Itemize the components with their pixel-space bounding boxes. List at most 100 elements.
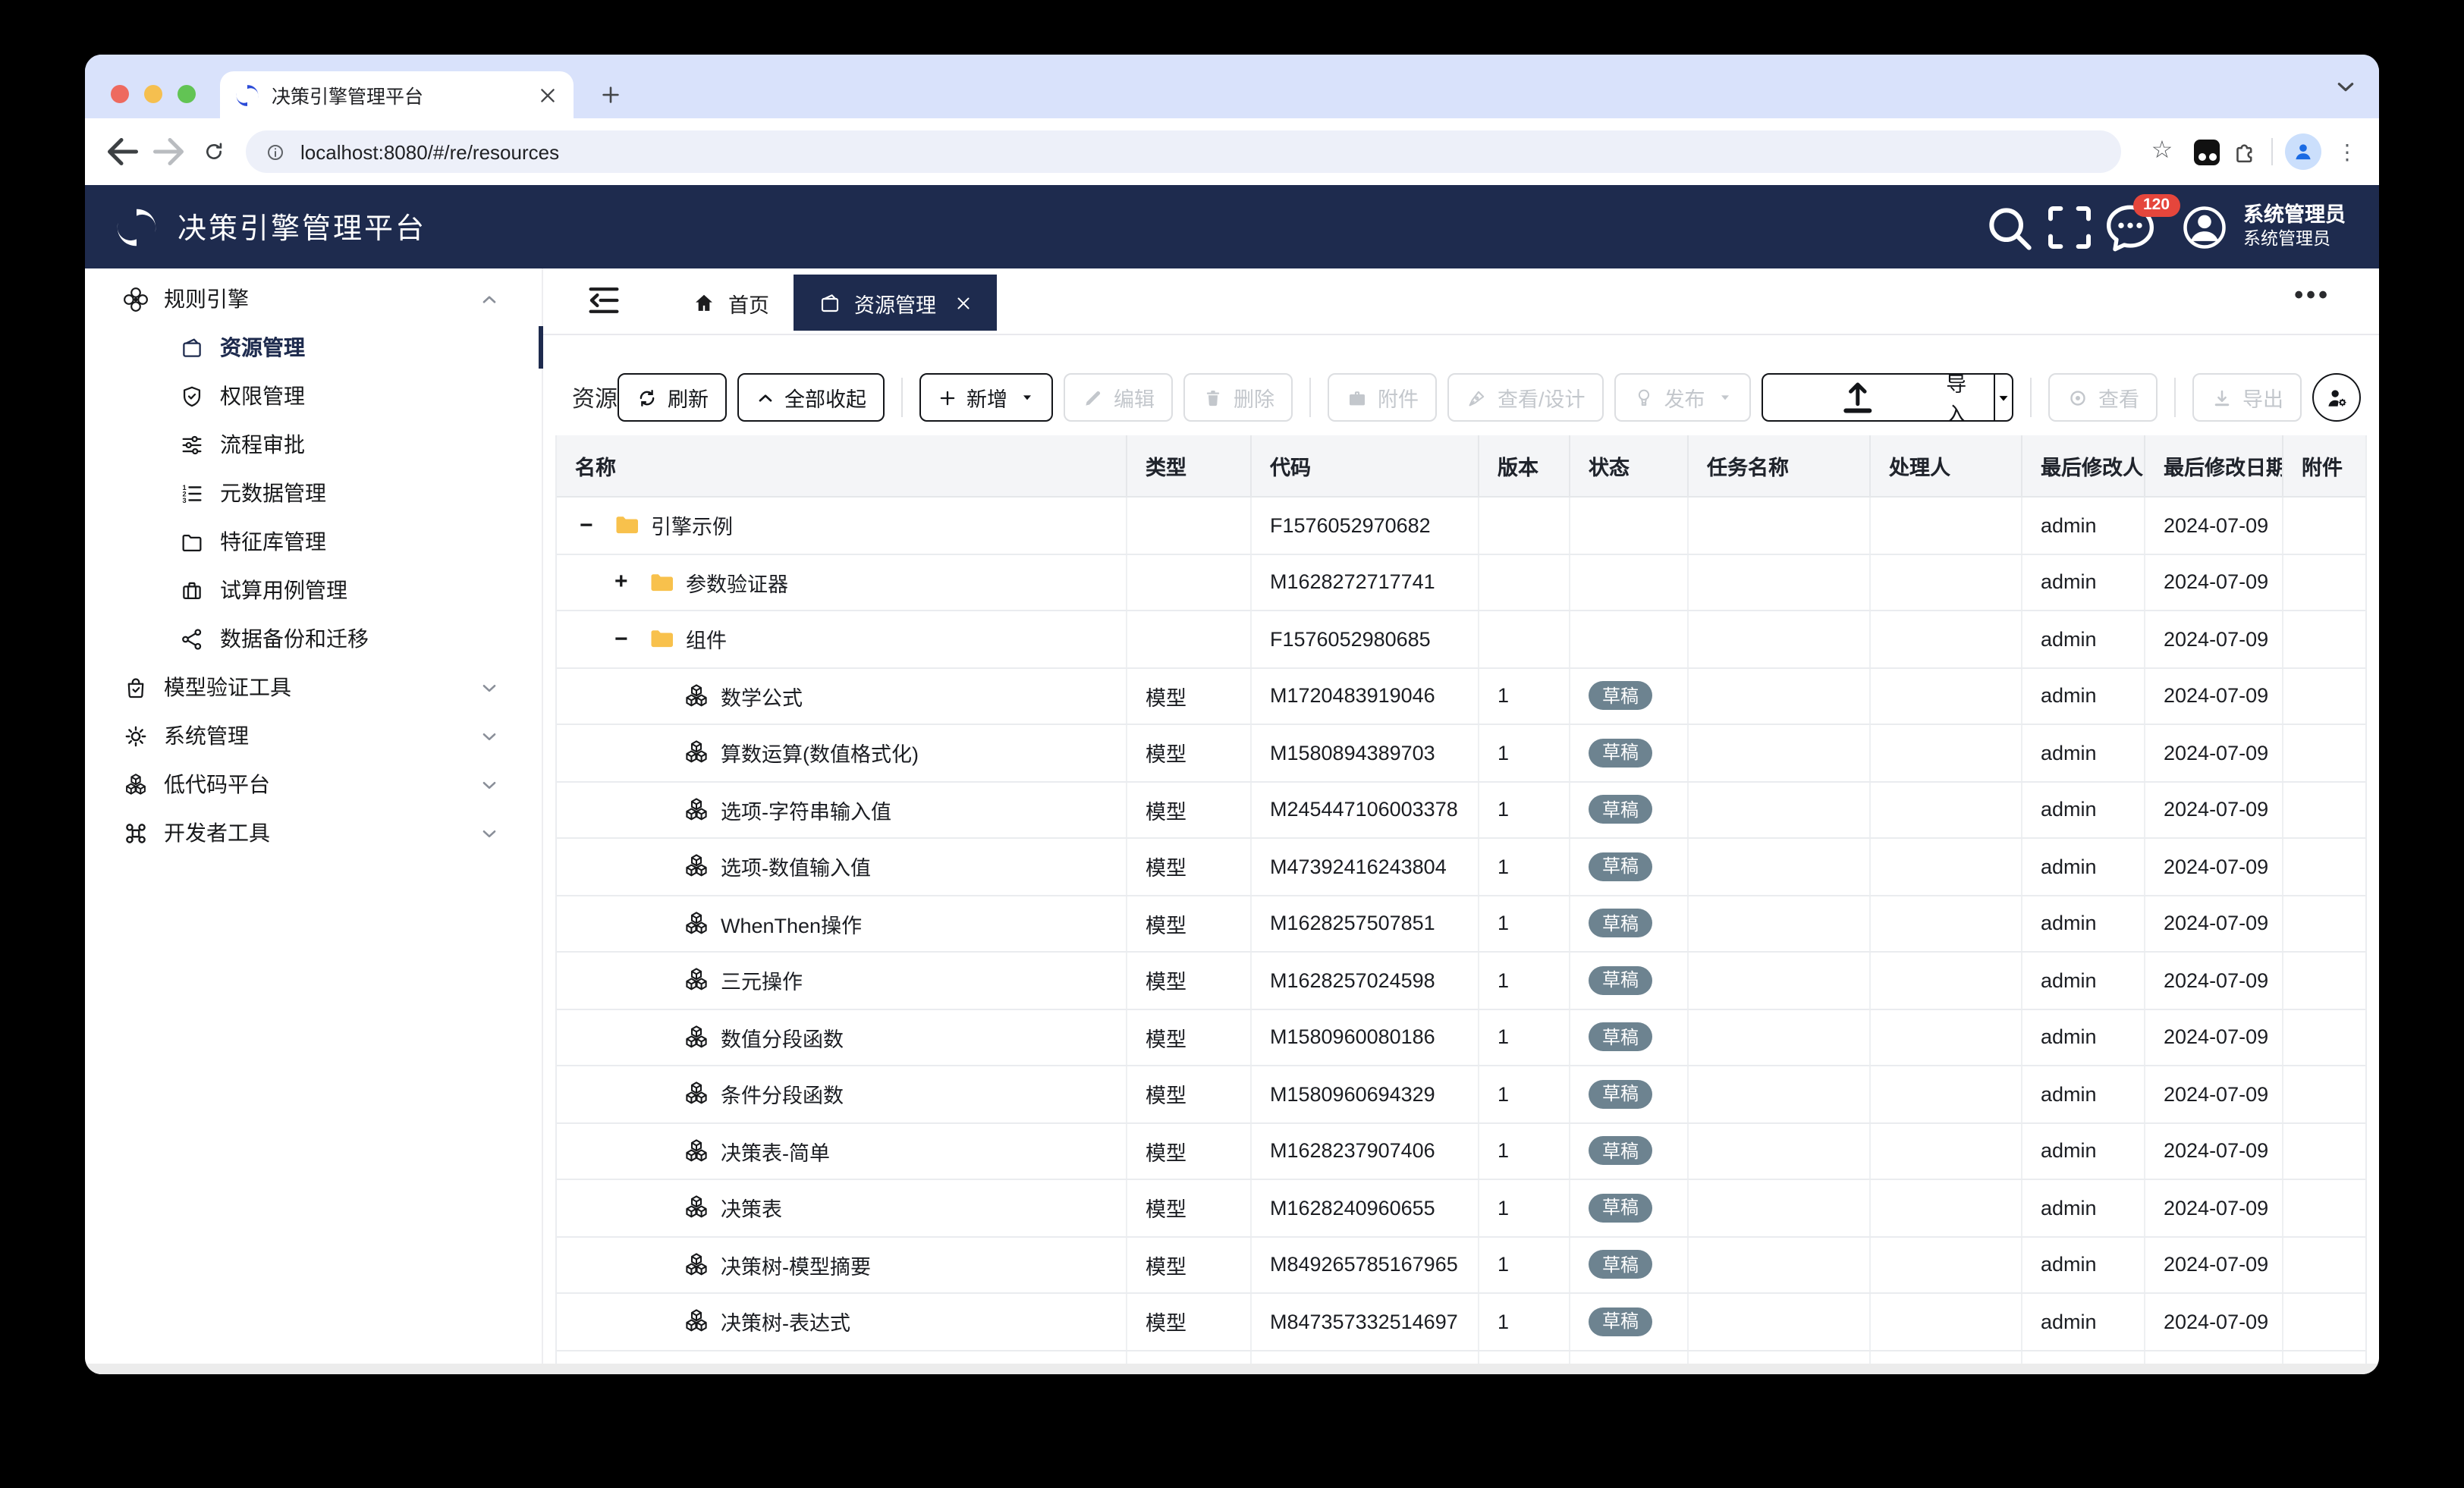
- browser-menu-icon[interactable]: ⋮: [2337, 139, 2358, 165]
- gear-icon: [123, 723, 149, 749]
- table-row[interactable]: 决策树-表达式 模型 M847357332514697 1 草稿 admin 2…: [557, 1294, 2365, 1351]
- back-button[interactable]: [100, 129, 146, 174]
- window-bottom-strip: [85, 1364, 2379, 1374]
- sidebar-item-metadata-management[interactable]: 元数据管理: [85, 469, 542, 517]
- import-button[interactable]: 导入: [1763, 375, 1994, 420]
- chevron-up-icon: [756, 388, 775, 407]
- extensions-puzzle-icon[interactable]: [2232, 138, 2259, 165]
- address-bar[interactable]: localhost:8080/#/re/resources: [246, 130, 2121, 173]
- last-modified-date: 2024-07-09: [2164, 1026, 2268, 1049]
- attachment-button[interactable]: 附件: [1328, 373, 1437, 422]
- table-row[interactable]: − 组件 F1576052980685: [557, 611, 2365, 668]
- browser-tab[interactable]: 决策引擎管理平台: [220, 71, 574, 118]
- table-row[interactable]: 数学公式 模型 M1720483919046 1 草稿 admin 2024-0…: [557, 668, 2365, 725]
- last-modifier: admin: [2041, 1026, 2097, 1049]
- forward-button[interactable]: [146, 129, 191, 174]
- table-row[interactable]: 决策表-简单 模型 M1628237907406 1 草稿 admin 2024…: [557, 1123, 2365, 1180]
- sidebar-section-system-management[interactable]: 系统管理: [85, 711, 542, 760]
- tree-expander[interactable]: −: [580, 513, 613, 538]
- resource-type: 模型: [1146, 1307, 1186, 1337]
- sidebar-section-model-validation-tools[interactable]: 模型验证工具: [85, 663, 542, 711]
- resource-type: 模型: [1146, 1079, 1186, 1110]
- import-split-button[interactable]: 导入: [1762, 373, 2013, 422]
- sidebar-item-permission-management[interactable]: 权限管理: [85, 372, 542, 420]
- minimize-window-button[interactable]: [144, 85, 162, 103]
- status-badge: 草稿: [1589, 681, 1652, 711]
- model-cubes-icon: [683, 1081, 710, 1108]
- search-button[interactable]: [1978, 196, 2038, 257]
- sidebar-item-trial-case-management[interactable]: 试算用例管理: [85, 566, 542, 614]
- collapse-all-button[interactable]: 全部收起: [737, 373, 885, 422]
- tab-search-chevron-icon[interactable]: [2334, 74, 2358, 99]
- tab-more-options-icon[interactable]: •••: [2294, 281, 2330, 311]
- shield-check-icon: [179, 383, 205, 409]
- window-controls[interactable]: [111, 85, 196, 103]
- resource-version: 1: [1498, 1026, 1509, 1049]
- resource-code: M1628237907406: [1270, 1140, 1435, 1163]
- bookmark-star-icon[interactable]: ☆: [2142, 140, 2182, 164]
- refresh-button[interactable]: 刷新: [618, 373, 727, 422]
- fullscreen-button[interactable]: [2038, 196, 2099, 257]
- balloon-icon: [1633, 386, 1655, 409]
- new-tab-button[interactable]: [592, 76, 628, 112]
- sidebar-item-label: 数据备份和迁移: [220, 623, 542, 654]
- sidebar-section-rule-engine[interactable]: 规则引擎: [85, 275, 542, 323]
- import-dropdown-toggle[interactable]: [1994, 375, 2012, 420]
- messages-button[interactable]: 120: [2099, 196, 2160, 257]
- last-modified-date: 2024-07-09: [2164, 855, 2268, 878]
- sidebar-section-developer-tools[interactable]: 开发者工具: [85, 808, 542, 857]
- resource-code: M1720483919046: [1270, 685, 1435, 708]
- export-button[interactable]: 导出: [2192, 373, 2302, 422]
- resource-name: WhenThen操作: [721, 909, 862, 939]
- table-header: 名称类型代码版本状态任务名称处理人最后修改人最后修改日期附件: [557, 435, 2365, 498]
- zoom-window-button[interactable]: [178, 85, 196, 103]
- site-info-icon[interactable]: [264, 140, 287, 163]
- table-row[interactable]: − 引擎示例 F1576052970682: [557, 498, 2365, 554]
- close-tab-icon[interactable]: [537, 84, 558, 105]
- table-row[interactable]: 决策表 模型 M1628240960655 1 草稿 admin 2024-07…: [557, 1180, 2365, 1237]
- user-avatar-icon[interactable]: [2178, 201, 2230, 253]
- table-row[interactable]: 条件分段函数 模型 M1580960694329 1 草稿 admin 2024…: [557, 1066, 2365, 1123]
- table-row[interactable]: 选项-字符串输入值 模型 M245447106003378 1 草稿 admin…: [557, 782, 2365, 839]
- resource-version: 1: [1498, 685, 1509, 708]
- collapse-sidebar-icon[interactable]: [584, 281, 624, 320]
- download-icon: [2211, 386, 2233, 409]
- table-row[interactable]: 算数运算(数值格式化) 模型 M1580894389703 1 草稿 admin…: [557, 725, 2365, 782]
- tree-expander[interactable]: −: [614, 626, 648, 652]
- view-design-button[interactable]: 查看/设计: [1447, 373, 1604, 422]
- table-row[interactable]: 三元操作 模型 M1628257024598 1 草稿 admin 2024-0…: [557, 953, 2365, 1009]
- publish-button[interactable]: 发布: [1614, 373, 1751, 422]
- sidebar-item-feature-library[interactable]: 特征库管理: [85, 517, 542, 566]
- browser-toolbar: localhost:8080/#/re/resources ☆ ⋮: [85, 118, 2379, 185]
- tab-resource-management[interactable]: 资源管理: [794, 275, 997, 331]
- user-info[interactable]: 系统管理员 系统管理员: [2243, 203, 2346, 251]
- add-button[interactable]: 新增: [919, 373, 1053, 422]
- sidebar-section-lowcode-platform[interactable]: 低代码平台: [85, 760, 542, 808]
- browser-profile-avatar[interactable]: [2285, 133, 2321, 170]
- table-row[interactable]: WhenThen操作 模型 M1628257507851 1 草稿 admin …: [557, 896, 2365, 953]
- user-settings-button[interactable]: [2312, 373, 2361, 422]
- resource-type: 模型: [1146, 909, 1186, 939]
- tree-expander[interactable]: +: [614, 570, 648, 595]
- table-row[interactable]: + 参数验证器 M1628272717741: [557, 554, 2365, 611]
- close-window-button[interactable]: [111, 85, 129, 103]
- column-header: 名称: [557, 435, 1127, 496]
- close-tab-icon[interactable]: [954, 294, 973, 312]
- resource-version: 1: [1498, 1083, 1509, 1106]
- view-button[interactable]: 查看: [2048, 373, 2158, 422]
- sidebar-item-data-backup-migration[interactable]: 数据备份和迁移: [85, 614, 542, 663]
- tab-home[interactable]: 首页: [668, 275, 794, 331]
- status-badge: 草稿: [1589, 1079, 1652, 1109]
- reload-button[interactable]: [191, 129, 237, 174]
- delete-button[interactable]: 删除: [1183, 373, 1293, 422]
- table-row[interactable]: 数值分段函数 模型 M1580960080186 1 草稿 admin 2024…: [557, 1009, 2365, 1066]
- sidebar-item-resource-management[interactable]: 资源管理: [85, 323, 542, 372]
- url-text[interactable]: localhost:8080/#/re/resources: [300, 140, 559, 163]
- plus-icon: [938, 388, 957, 407]
- table-row[interactable]: 决策树-模型摘要 模型 M849265785167965 1 草稿 admin …: [557, 1237, 2365, 1294]
- extension-icon[interactable]: [2194, 139, 2220, 165]
- sidebar-item-process-approval[interactable]: 流程审批: [85, 420, 542, 469]
- table-row[interactable]: 选项-数值输入值 模型 M47392416243804 1 草稿 admin 2…: [557, 839, 2365, 896]
- edit-button[interactable]: 编辑: [1064, 373, 1173, 422]
- last-modified-date: 2024-07-09: [2164, 1140, 2268, 1163]
